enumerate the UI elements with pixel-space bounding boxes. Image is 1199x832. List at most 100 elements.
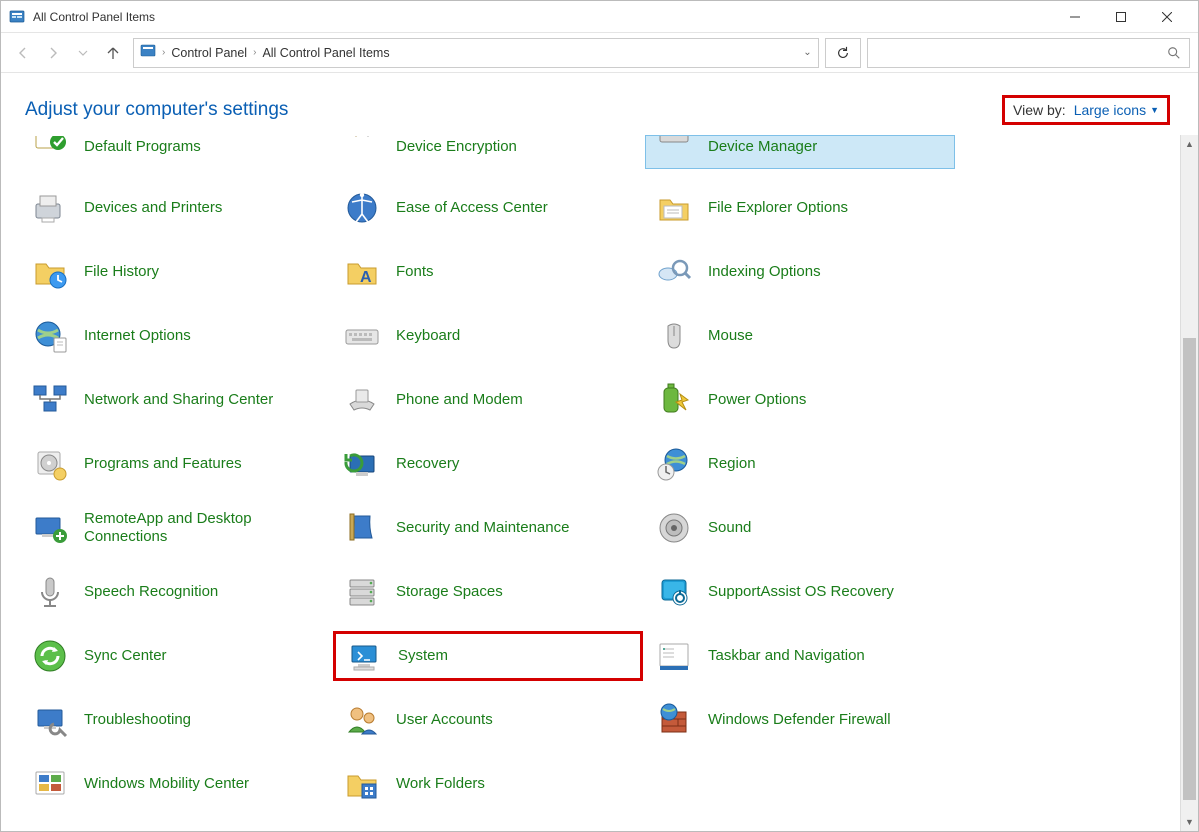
cp-item-label: Sync Center (84, 647, 167, 665)
file-explorer-opts-icon (652, 186, 696, 230)
device-manager-icon (652, 135, 696, 156)
chevron-icon: › (253, 47, 256, 58)
cp-item-sound[interactable]: Sound (645, 503, 955, 553)
network-sharing-icon (28, 378, 72, 422)
window-controls (1052, 1, 1190, 33)
mobility-center-icon (28, 762, 72, 806)
scroll-down-button[interactable]: ▼ (1181, 813, 1198, 831)
firewall-icon (652, 698, 696, 742)
navbar: › Control Panel › All Control Panel Item… (1, 33, 1198, 73)
cp-item-label: RemoteApp and Desktop Connections (84, 510, 314, 546)
scroll-thumb[interactable] (1183, 338, 1196, 800)
cp-item-firewall[interactable]: Windows Defender Firewall (645, 695, 955, 745)
troubleshooting-icon (28, 698, 72, 742)
back-button[interactable] (9, 39, 37, 67)
view-by-label: View by: (1013, 102, 1066, 118)
cp-item-work-folders[interactable]: Work Folders (333, 759, 643, 809)
minimize-button[interactable] (1052, 1, 1098, 33)
cp-item-keyboard[interactable]: Keyboard (333, 311, 643, 361)
cp-item-label: File History (84, 263, 159, 281)
cp-item-label: Fonts (396, 263, 434, 281)
breadcrumb-segment[interactable]: Control Panel (171, 46, 247, 60)
cp-item-remoteapp[interactable]: RemoteApp and Desktop Connections (21, 503, 331, 553)
cp-item-speech[interactable]: Speech Recognition (21, 567, 331, 617)
internet-options-icon (28, 314, 72, 358)
cp-item-troubleshooting[interactable]: Troubleshooting (21, 695, 331, 745)
recent-dropdown-button[interactable] (69, 39, 97, 67)
programs-features-icon (28, 442, 72, 486)
chevron-icon: › (162, 47, 165, 58)
recovery-icon (340, 442, 384, 486)
file-history-icon (28, 250, 72, 294)
titlebar: All Control Panel Items (1, 1, 1198, 33)
keyboard-icon (340, 314, 384, 358)
cp-item-label: Devices and Printers (84, 199, 222, 217)
scroll-up-button[interactable]: ▲ (1181, 135, 1198, 153)
cp-item-ease-of-access[interactable]: Ease of Access Center (333, 183, 643, 233)
cp-item-label: Phone and Modem (396, 391, 523, 409)
fonts-icon: A (340, 250, 384, 294)
address-dropdown-button[interactable]: ⌄ (803, 47, 811, 58)
cp-item-file-history[interactable]: File History (21, 247, 331, 297)
cp-item-label: System (398, 647, 448, 665)
cp-item-system[interactable]: System (333, 631, 643, 681)
devices-printers-icon (28, 186, 72, 230)
supportassist-icon (652, 570, 696, 614)
items-area: Default ProgramsDevice Encryption Device … (1, 135, 1180, 831)
cp-item-storage-spaces[interactable]: Storage Spaces (333, 567, 643, 617)
cp-item-default-programs[interactable]: Default Programs (21, 135, 331, 169)
cp-item-devices-printers[interactable]: Devices and Printers (21, 183, 331, 233)
cp-item-label: Mouse (708, 327, 753, 345)
system-icon (342, 634, 386, 678)
breadcrumb-root-icon (140, 43, 156, 62)
cp-item-file-explorer-opts[interactable]: File Explorer Options (645, 183, 955, 233)
scroll-track[interactable] (1181, 153, 1198, 813)
cp-item-label: Ease of Access Center (396, 199, 548, 217)
cp-item-user-accounts[interactable]: User Accounts (333, 695, 643, 745)
cp-item-device-manager[interactable]: Device Manager (645, 135, 955, 169)
view-by-control[interactable]: View by: Large icons ▼ (1002, 95, 1170, 125)
view-by-value[interactable]: Large icons ▼ (1074, 102, 1159, 118)
cp-item-label: Device Manager (708, 138, 817, 156)
breadcrumb-segment[interactable]: All Control Panel Items (262, 46, 389, 60)
cp-item-label: Programs and Features (84, 455, 242, 473)
close-button[interactable] (1144, 1, 1190, 33)
cp-item-label: Sound (708, 519, 751, 537)
cp-item-network-sharing[interactable]: Network and Sharing Center (21, 375, 331, 425)
address-bar[interactable]: › Control Panel › All Control Panel Item… (133, 38, 819, 68)
cp-item-device-encryption[interactable]: Device Encryption (333, 135, 643, 169)
cp-item-label: Power Options (708, 391, 806, 409)
cp-item-power-options[interactable]: Power Options (645, 375, 955, 425)
search-box[interactable] (867, 38, 1190, 68)
up-button[interactable] (99, 39, 127, 67)
cp-item-fonts[interactable]: A Fonts (333, 247, 643, 297)
cp-item-region[interactable]: Region (645, 439, 955, 489)
forward-button[interactable] (39, 39, 67, 67)
cp-item-label: Troubleshooting (84, 711, 191, 729)
cp-item-sync-center[interactable]: Sync Center (21, 631, 331, 681)
phone-modem-icon (340, 378, 384, 422)
taskbar-nav-icon (652, 634, 696, 678)
cp-item-label: Indexing Options (708, 263, 821, 281)
cp-item-mouse[interactable]: Mouse (645, 311, 955, 361)
app-icon (9, 9, 25, 25)
items-grid: Default ProgramsDevice Encryption Device … (21, 135, 1170, 809)
svg-text:A: A (360, 269, 372, 286)
device-encryption-icon (340, 135, 384, 156)
cp-item-programs-features[interactable]: Programs and Features (21, 439, 331, 489)
work-folders-icon (340, 762, 384, 806)
refresh-button[interactable] (825, 38, 861, 68)
cp-item-indexing[interactable]: Indexing Options (645, 247, 955, 297)
cp-item-taskbar-nav[interactable]: Taskbar and Navigation (645, 631, 955, 681)
cp-item-recovery[interactable]: Recovery (333, 439, 643, 489)
cp-item-label: Work Folders (396, 775, 485, 793)
maximize-button[interactable] (1098, 1, 1144, 33)
cp-item-label: SupportAssist OS Recovery (708, 583, 894, 601)
cp-item-internet-options[interactable]: Internet Options (21, 311, 331, 361)
cp-item-supportassist[interactable]: SupportAssist OS Recovery (645, 567, 955, 617)
cp-item-label: Region (708, 455, 756, 473)
cp-item-mobility-center[interactable]: Windows Mobility Center (21, 759, 331, 809)
cp-item-phone-modem[interactable]: Phone and Modem (333, 375, 643, 425)
scrollbar[interactable]: ▲ ▼ (1180, 135, 1198, 831)
cp-item-security-maint[interactable]: Security and Maintenance (333, 503, 643, 553)
